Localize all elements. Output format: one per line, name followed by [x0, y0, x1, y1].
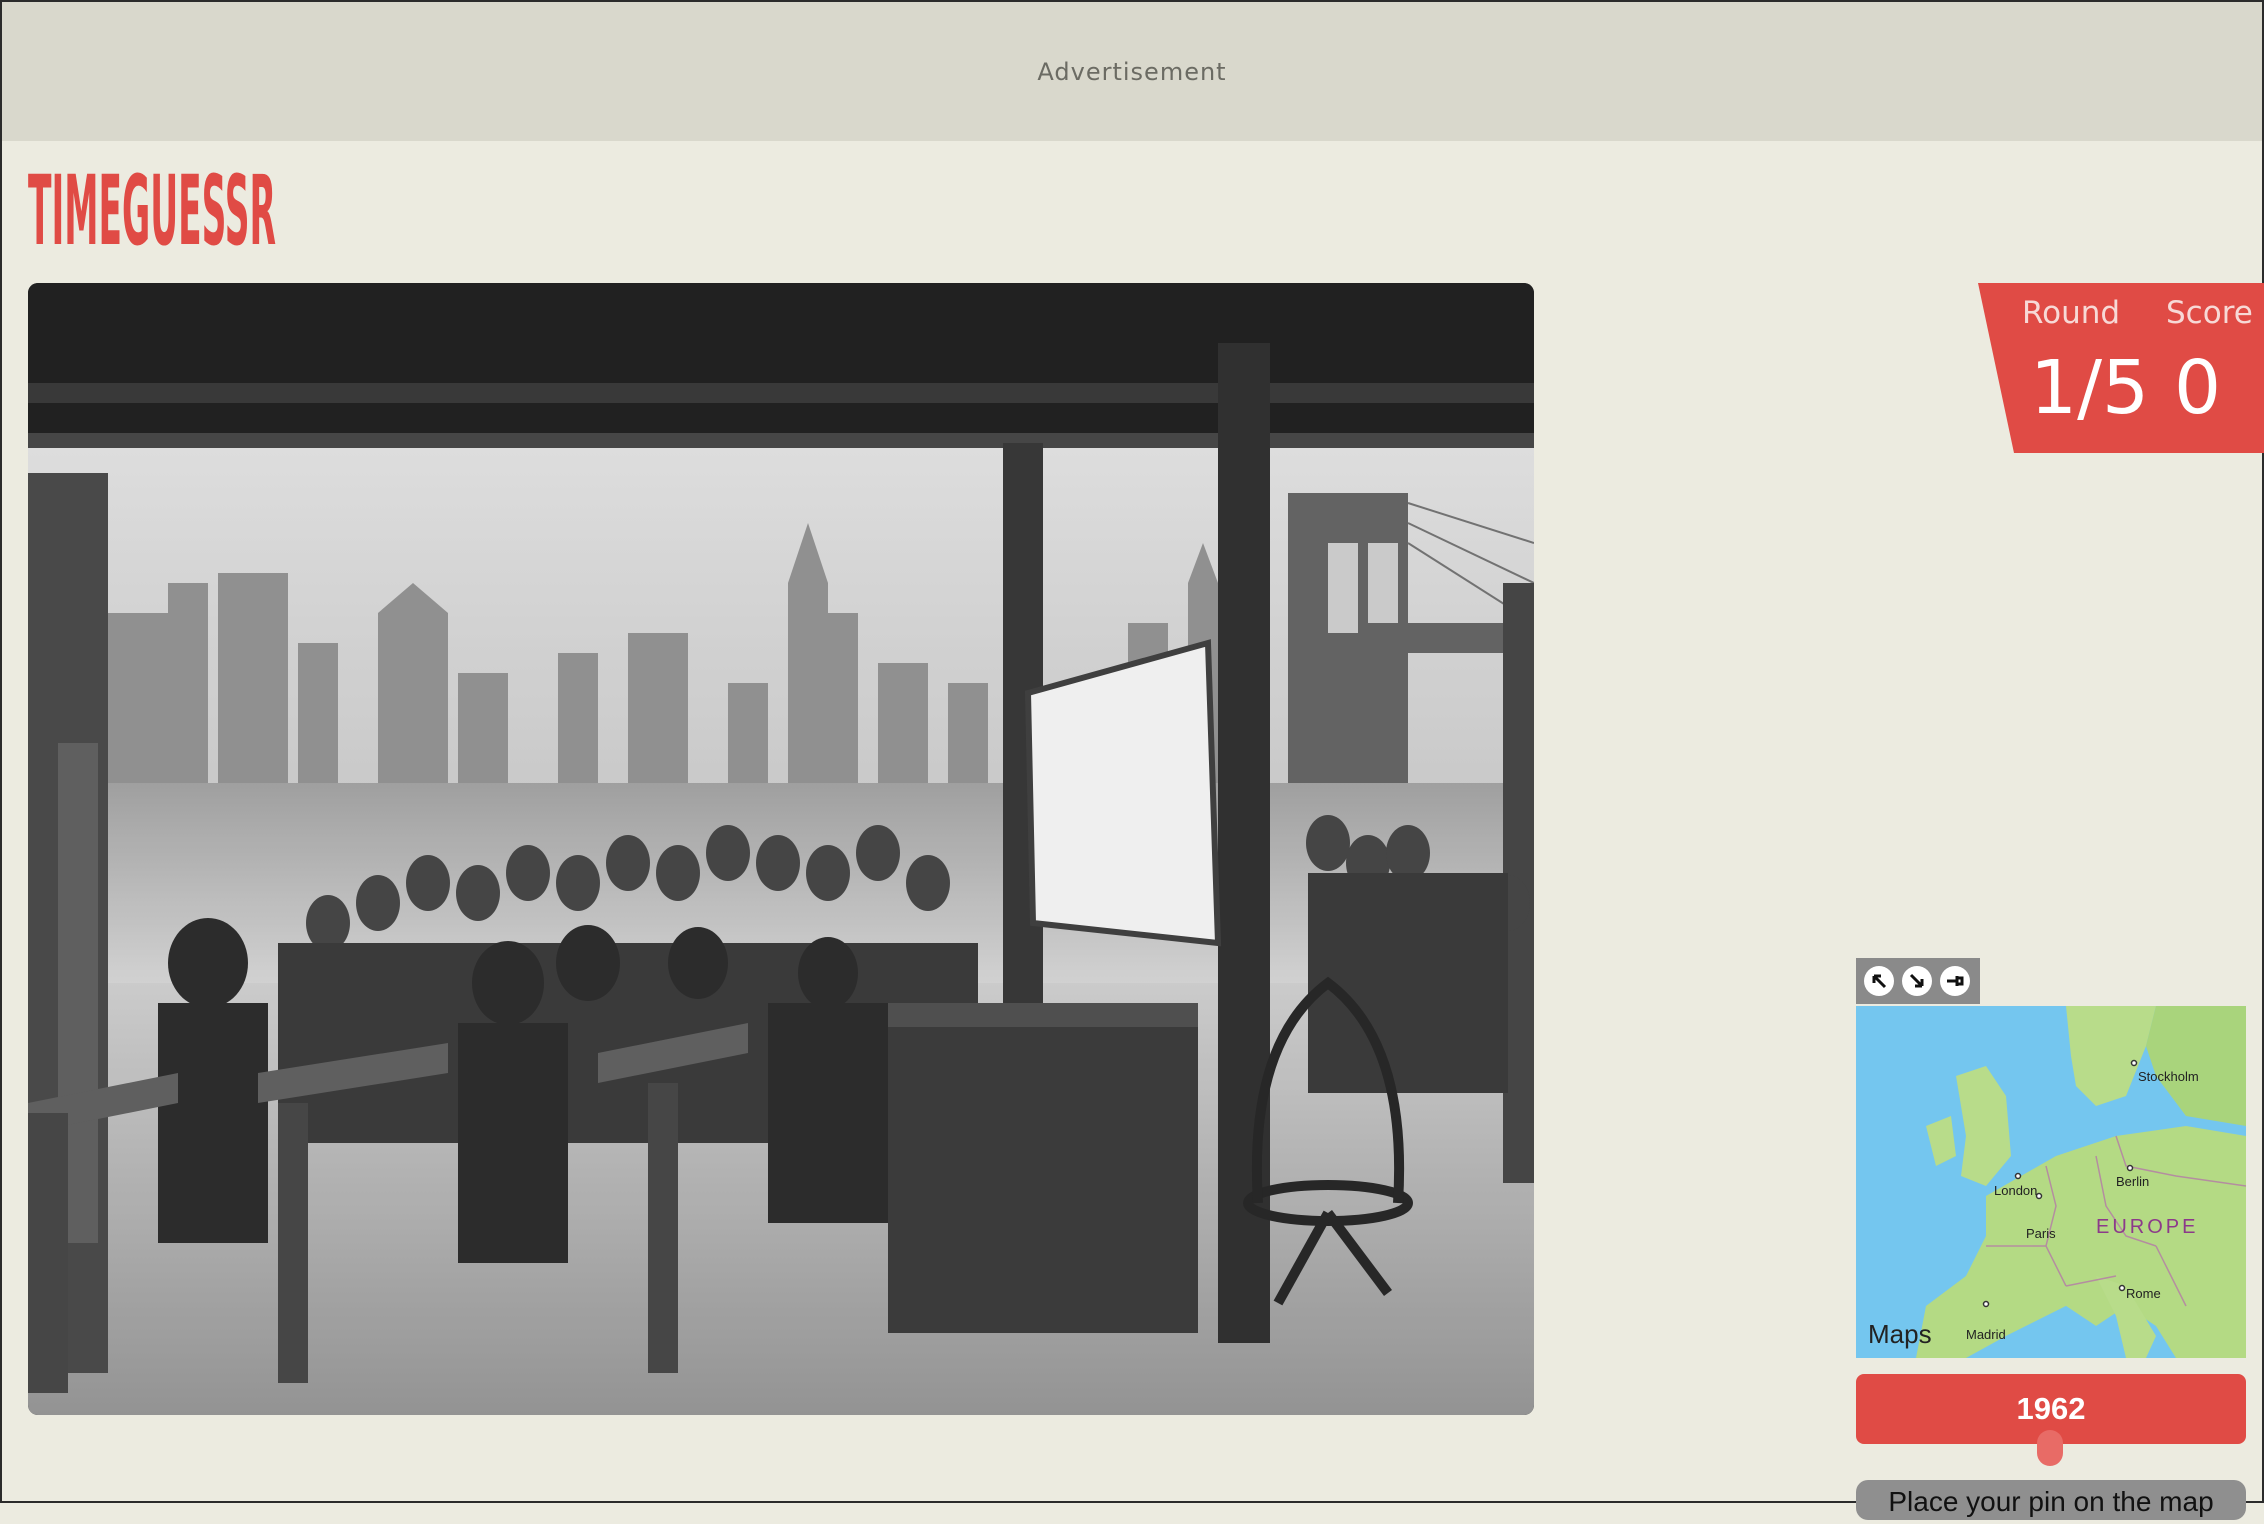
place-pin-button[interactable]: Place your pin on the map: [1856, 1480, 2246, 1520]
map-city-berlin: Berlin: [2116, 1174, 2150, 1189]
map-city-stockholm: Stockholm: [2138, 1069, 2199, 1084]
map-city-paris: Paris: [2026, 1226, 2056, 1241]
maps-attribution: Maps: [1868, 1319, 1932, 1350]
round-value: 1/5: [2030, 345, 2150, 431]
advertisement-bar: Advertisement: [2, 2, 2262, 141]
arrow-up-left-icon[interactable]: [1864, 966, 1894, 996]
map-city-rome: Rome: [2126, 1286, 2161, 1301]
year-slider-thumb[interactable]: [2037, 1430, 2063, 1466]
round-label: Round: [2022, 295, 2121, 331]
historical-photo: [28, 283, 1534, 1415]
score-value: 0: [2174, 345, 2222, 431]
arrow-down-right-icon[interactable]: [1902, 966, 1932, 996]
map-city-madrid: Madrid: [1966, 1327, 2006, 1342]
map-region-europe: EUROPE: [2096, 1216, 2199, 1238]
timeguessr-logo[interactable]: TIMEGUESSR: [28, 155, 278, 267]
pin-icon[interactable]: [1940, 966, 1970, 996]
guess-map[interactable]: Stockholm London Berlin Paris EUROPE Rom…: [1856, 1006, 2246, 1358]
map-size-controls: [1856, 958, 1980, 1004]
map-city-london: London: [1994, 1183, 2038, 1198]
maps-brand-label: Maps: [1868, 1319, 1932, 1349]
logo-text: TIMEGUESSR: [28, 162, 276, 254]
score-label: Score: [2166, 295, 2253, 331]
advertisement-label: Advertisement: [1037, 57, 1227, 86]
round-score-panel: Round Score 1/5 0: [1978, 283, 2264, 453]
